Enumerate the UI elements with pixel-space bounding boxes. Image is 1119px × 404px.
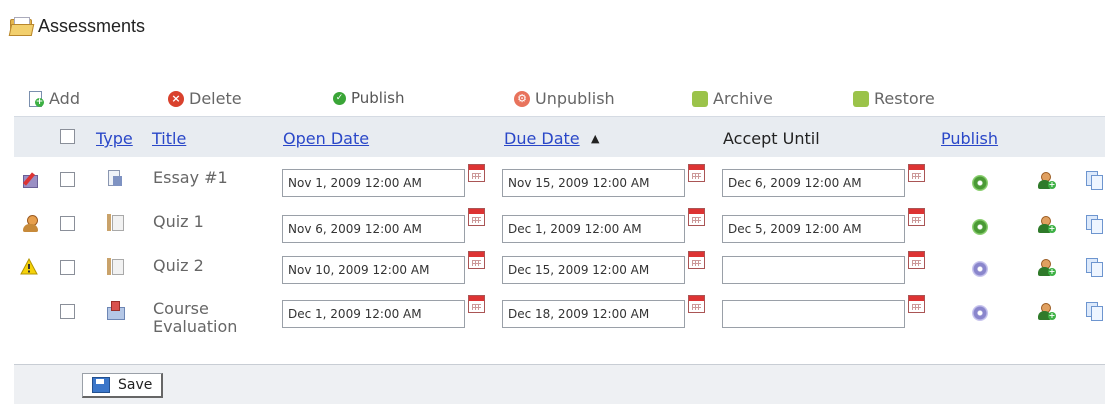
calendar-icon[interactable] [688,164,705,182]
copy-icon[interactable] [1086,258,1103,277]
row-checkbox[interactable] [60,260,75,275]
calendar-icon[interactable] [688,295,705,313]
assessment-title[interactable]: Course Evaluation [153,300,237,336]
unpublished-status-icon[interactable] [972,261,988,277]
title-line: Course [153,299,209,318]
accept-until-input[interactable]: Dec 5, 2009 12:00 AM [722,215,905,243]
footer-bar: Save [14,364,1105,404]
title-line: Evaluation [153,317,238,336]
save-button[interactable]: Save [82,373,164,398]
due-date-input[interactable]: Dec 15, 2009 12:00 AM [502,256,685,284]
restore-icon [853,90,869,107]
copy-icon[interactable] [1086,215,1103,234]
copy-icon[interactable] [1086,171,1103,190]
archive-button[interactable]: Archive [692,89,773,108]
delete-icon: × [168,90,184,107]
page-title: Assessments [38,15,146,36]
table-row: Essay #1 Nov 1, 2009 12:00 AM Nov 15, 20… [0,158,1119,202]
calendar-icon[interactable] [468,208,485,226]
due-date-input[interactable]: Dec 1, 2009 12:00 AM [502,215,685,243]
delete-button[interactable]: × Delete [168,89,242,108]
calendar-icon[interactable] [908,295,925,313]
accept-until-input[interactable] [722,256,905,284]
accept-until-input[interactable] [722,300,905,328]
published-status-icon[interactable] [972,175,988,191]
archive-label: Archive [713,89,773,108]
assign-user-icon[interactable]: + [1038,216,1056,234]
column-type[interactable]: Type [96,129,133,148]
open-date-input[interactable]: Nov 1, 2009 12:00 AM [282,169,465,197]
save-icon [92,377,110,393]
publish-label: Publish [351,89,405,107]
quiz-icon [107,214,124,232]
table-header: Type Title Open Date Due Date ▲ Accept U… [14,116,1105,157]
calendar-icon[interactable] [468,295,485,313]
calendar-icon[interactable] [688,251,705,269]
select-all-checkbox[interactable] [60,129,75,144]
add-button[interactable]: + Add [28,89,80,108]
assign-user-icon[interactable]: + [1038,172,1056,190]
row-checkbox[interactable] [60,172,75,187]
add-icon: + [28,90,44,107]
due-date-input[interactable]: Nov 15, 2009 12:00 AM [502,169,685,197]
column-publish[interactable]: Publish [941,129,998,148]
person-icon [22,215,40,233]
assessment-title[interactable]: Quiz 1 [153,213,204,231]
check-icon: ✓ [333,91,346,105]
add-label: Add [49,89,80,108]
unpublished-status-icon[interactable] [972,305,988,321]
column-accept-until: Accept Until [723,129,820,148]
restore-label: Restore [874,89,935,108]
page-header: Assessments [8,14,146,38]
restore-button[interactable]: Restore [853,89,935,108]
assessment-title[interactable]: Essay #1 [153,169,228,187]
published-status-icon[interactable] [972,219,988,235]
assign-user-icon[interactable]: + [1038,303,1056,321]
copy-icon[interactable] [1086,302,1103,321]
table-row: Course Evaluation Dec 1, 2009 12:00 AM D… [0,290,1119,344]
row-checkbox[interactable] [60,304,75,319]
unpublish-icon: ⚙ [514,90,530,107]
calendar-icon[interactable] [688,208,705,226]
warning-icon [20,257,38,276]
calendar-icon[interactable] [908,251,925,269]
assign-user-icon[interactable]: + [1038,259,1056,277]
folder-icon [8,17,35,36]
essay-icon [107,170,123,188]
sort-ascending-icon: ▲ [591,132,600,145]
publish-button[interactable]: ✓ Publish [333,89,404,107]
unpublish-label: Unpublish [535,89,615,108]
column-title[interactable]: Title [152,129,186,148]
archive-icon [692,90,708,107]
open-date-input[interactable]: Dec 1, 2009 12:00 AM [282,300,465,328]
save-label: Save [118,377,153,393]
calendar-icon[interactable] [908,208,925,226]
quiz-icon [107,258,124,276]
table-row: Quiz 2 Nov 10, 2009 12:00 AM Dec 15, 200… [0,246,1119,290]
unpublish-button[interactable]: ⚙ Unpublish [514,89,615,108]
calendar-icon[interactable] [468,251,485,269]
accept-until-input[interactable]: Dec 6, 2009 12:00 AM [722,169,905,197]
open-date-input[interactable]: Nov 10, 2009 12:00 AM [282,256,465,284]
row-checkbox[interactable] [60,216,75,231]
calendar-icon[interactable] [908,164,925,182]
table-row: Quiz 1 Nov 6, 2009 12:00 AM Dec 1, 2009 … [0,202,1119,246]
assessment-title[interactable]: Quiz 2 [153,257,204,275]
toolbar: + Add × Delete ✓ Publish ⚙ Unpublish Arc… [14,86,1105,116]
calendar-icon[interactable] [468,164,485,182]
edit-pencil-icon [22,171,40,189]
due-date-input[interactable]: Dec 18, 2009 12:00 AM [502,300,685,328]
open-date-input[interactable]: Nov 6, 2009 12:00 AM [282,215,465,243]
column-open-date[interactable]: Open Date [283,129,369,148]
delete-label: Delete [189,89,242,108]
survey-icon [107,301,125,320]
column-due-date[interactable]: Due Date [504,129,580,148]
